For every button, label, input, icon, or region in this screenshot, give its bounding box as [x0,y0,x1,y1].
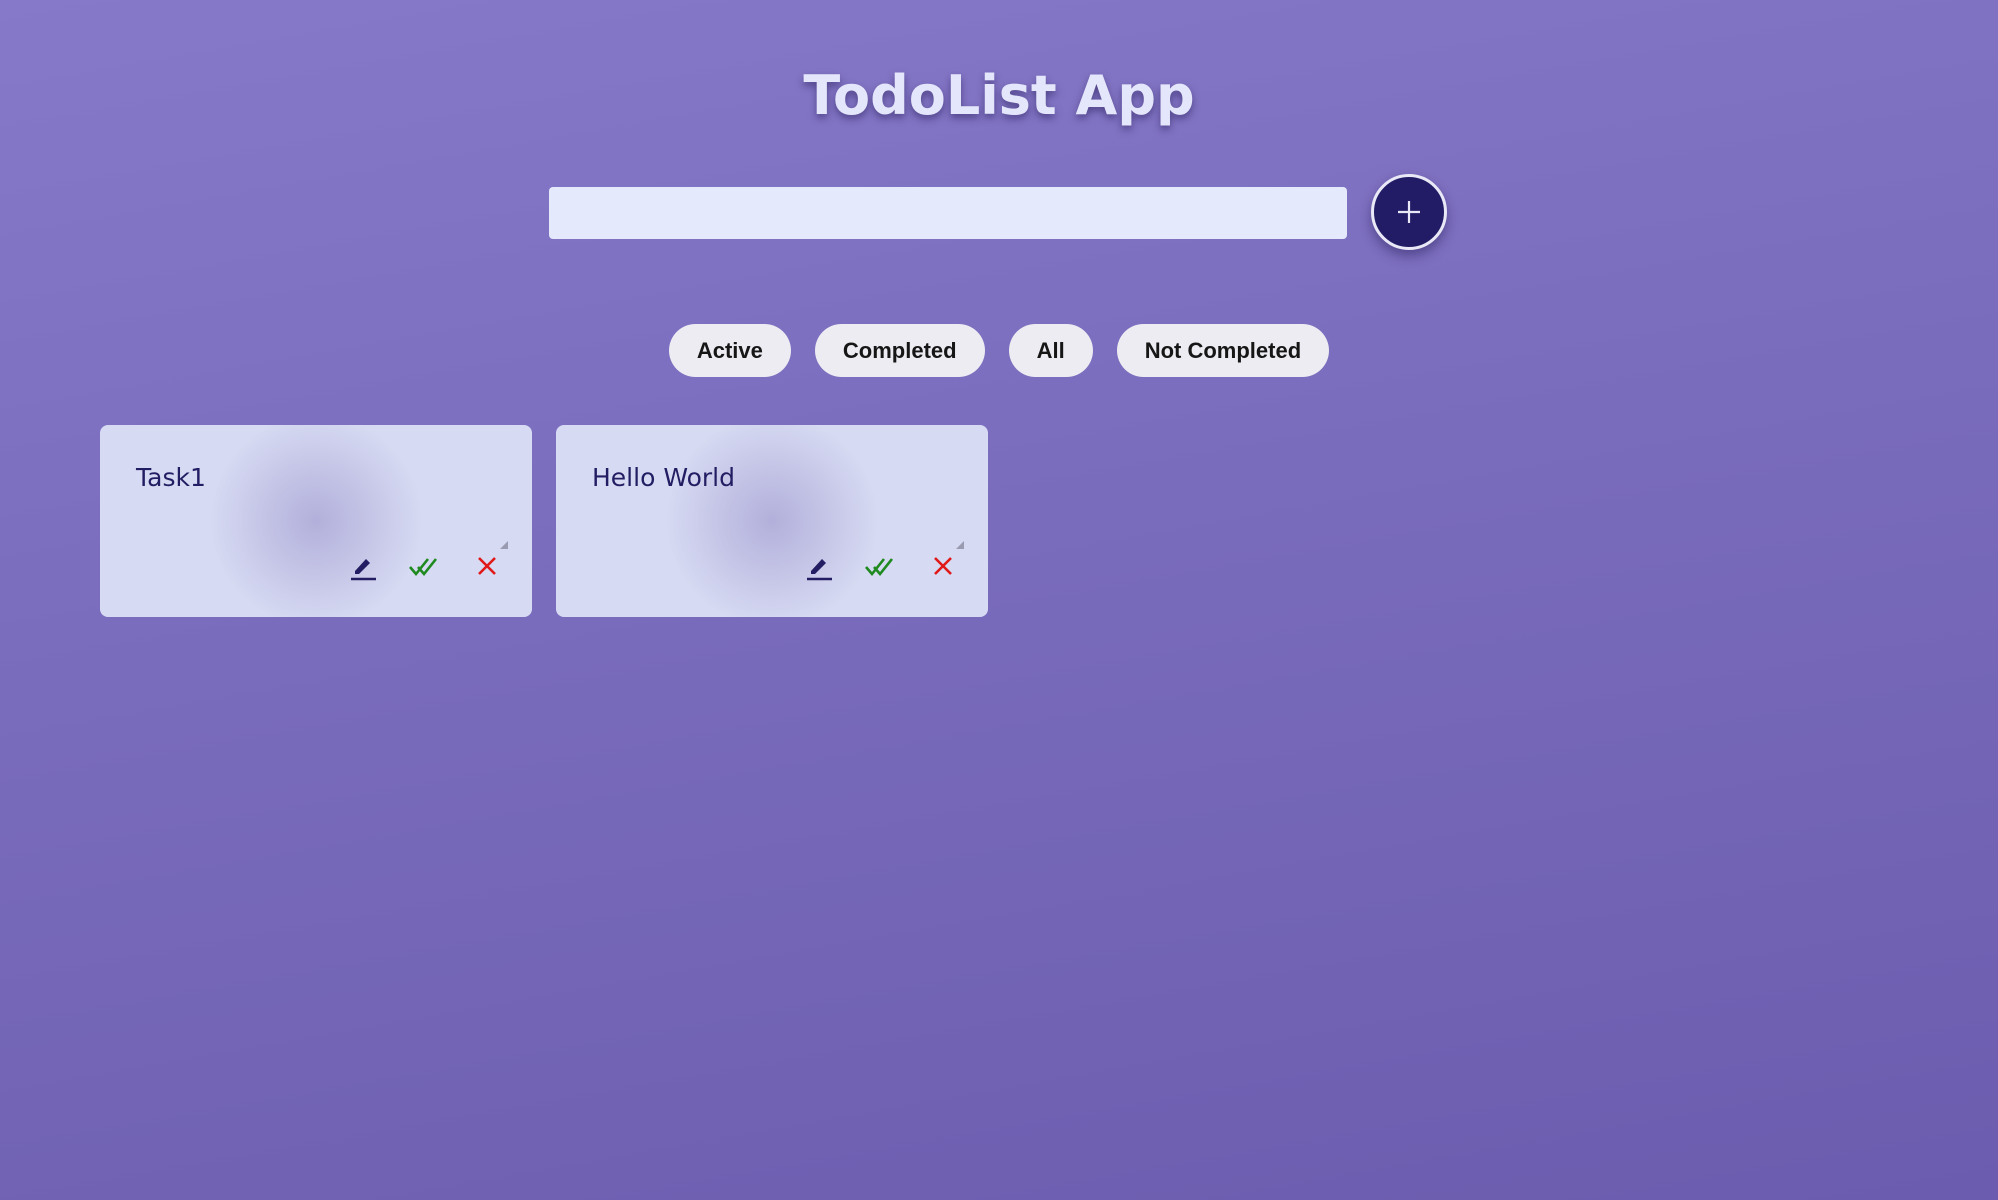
edit-button[interactable] [332,549,394,583]
double-check-icon [865,558,894,577]
todo-input[interactable] [549,187,1347,239]
todo-title: Hello World [592,463,735,492]
resize-grip[interactable] [500,541,508,549]
close-icon [934,557,952,575]
edit-button[interactable] [788,549,850,583]
filter-all-button[interactable]: All [1008,324,1093,377]
edit-icon [351,559,376,581]
filter-active-button[interactable]: Active [668,324,791,377]
todo-title: Task1 [136,463,206,492]
todo-actions [788,549,974,583]
complete-button[interactable] [394,549,456,583]
complete-button[interactable] [850,549,912,583]
double-check-icon [409,558,438,577]
filter-completed-button[interactable]: Completed [814,324,985,377]
plus-icon [1398,201,1420,223]
todo-card: Hello World [556,425,988,617]
filter-bar: Active Completed All Not Completed [0,324,1998,377]
close-icon [478,557,496,575]
todo-actions [332,549,518,583]
filter-not-completed-button[interactable]: Not Completed [1116,324,1330,377]
page-title: TodoList App [803,64,1195,127]
delete-button[interactable] [456,549,518,583]
add-todo-button[interactable] [1371,174,1447,250]
todo-card: Task1 [100,425,532,617]
delete-button[interactable] [912,549,974,583]
edit-icon [807,559,832,581]
resize-grip[interactable] [956,541,964,549]
